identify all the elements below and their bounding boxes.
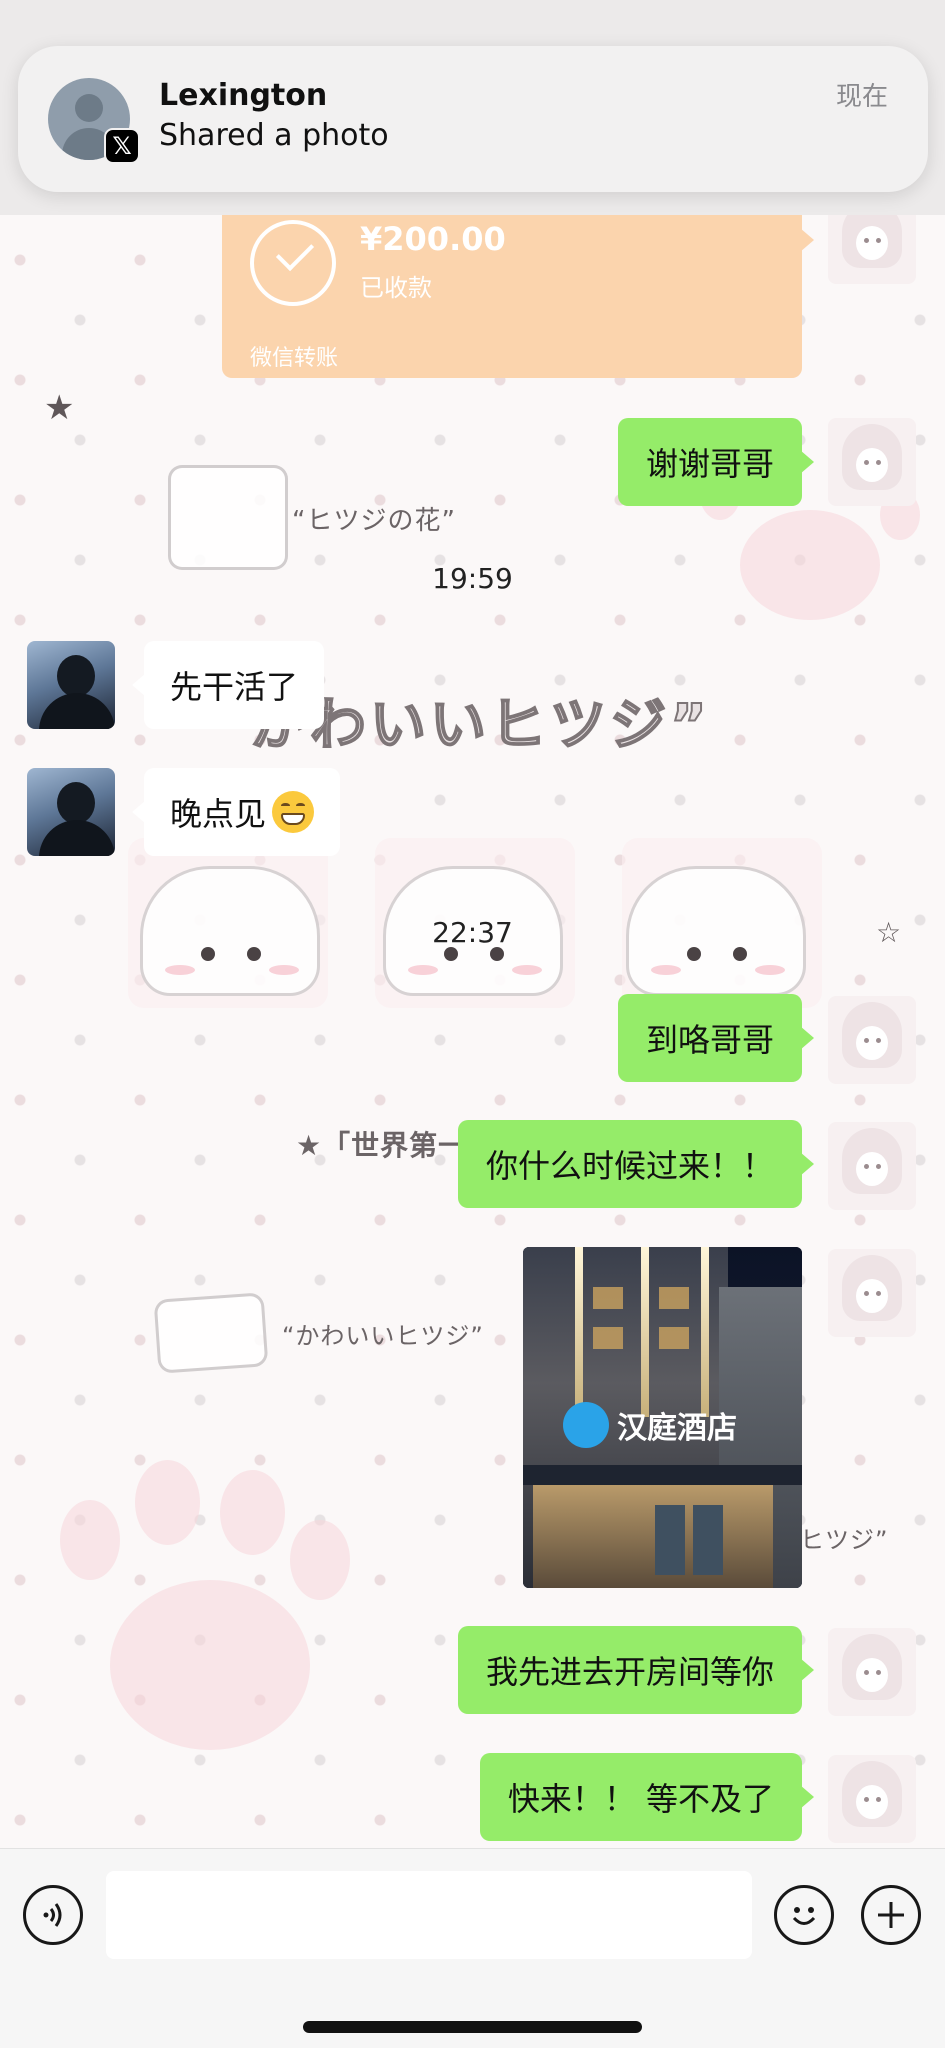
- hotel-sign: 汉庭酒店: [563, 1395, 743, 1455]
- grin-emoji-icon: [272, 791, 315, 833]
- message-bubble-received[interactable]: 晚点见: [131, 768, 341, 856]
- transfer-footer-label: 微信转账: [250, 346, 339, 371]
- voice-icon[interactable]: [23, 1885, 83, 1945]
- message-bubble-received[interactable]: 先干活了: [131, 641, 325, 729]
- transfer-status: 已收款: [360, 274, 432, 302]
- plus-sign-icon: [878, 1902, 904, 1928]
- my-avatar[interactable]: [828, 996, 916, 1084]
- message-timestamp: 22:37: [432, 916, 513, 949]
- wechat-transfer-card[interactable]: ¥200.00 已收款 微信转账: [222, 192, 814, 378]
- my-avatar[interactable]: [828, 418, 916, 506]
- emoji-icon[interactable]: [774, 1885, 834, 1945]
- message-bubble-sent[interactable]: 你什么时候过来！！: [457, 1120, 815, 1208]
- transfer-amount: ¥200.00: [360, 220, 506, 258]
- voice-wave-icon: [43, 1903, 62, 1927]
- notification-title: Lexington: [159, 78, 328, 113]
- home-indicator[interactable]: [303, 2021, 642, 2033]
- contact-avatar[interactable]: [27, 768, 115, 856]
- chat-message-list[interactable]: ¥200.00 已收款 微信转账 谢谢哥哥 19:59 先干活了 晚点见 22:…: [0, 0, 945, 1848]
- hotel-sign-text: 汉庭酒店: [617, 1411, 737, 1446]
- smiley-face-icon: [792, 1907, 816, 1925]
- notification-time: 现在: [835, 82, 888, 112]
- x-app-icon: 𝕏: [104, 128, 140, 164]
- message-text: 晚点见: [170, 795, 267, 833]
- plus-icon[interactable]: [861, 1885, 921, 1945]
- hotel-photo-message[interactable]: 汉庭酒店: [523, 1247, 802, 1588]
- hotel-logo-icon: [563, 1402, 609, 1448]
- notification-body: Shared a photo: [159, 118, 389, 153]
- my-avatar[interactable]: [828, 1628, 916, 1716]
- checkmark-icon: [250, 220, 336, 306]
- message-input[interactable]: [106, 1871, 752, 1959]
- message-bubble-sent[interactable]: 快来！！ 等不及了: [479, 1753, 815, 1841]
- my-avatar[interactable]: [828, 1249, 916, 1337]
- chat-input-bar: [0, 1848, 945, 2048]
- message-bubble-sent[interactable]: 我先进去开房间等你: [457, 1626, 815, 1714]
- my-avatar[interactable]: [828, 1122, 916, 1210]
- message-bubble-sent[interactable]: 到咯哥哥: [617, 994, 815, 1082]
- push-notification-banner[interactable]: 𝕏 Lexington Shared a photo 现在: [18, 46, 928, 192]
- contact-avatar[interactable]: [27, 641, 115, 729]
- my-avatar[interactable]: [828, 1755, 916, 1843]
- message-timestamp: 19:59: [432, 562, 513, 595]
- message-bubble-sent[interactable]: 谢谢哥哥: [617, 418, 815, 506]
